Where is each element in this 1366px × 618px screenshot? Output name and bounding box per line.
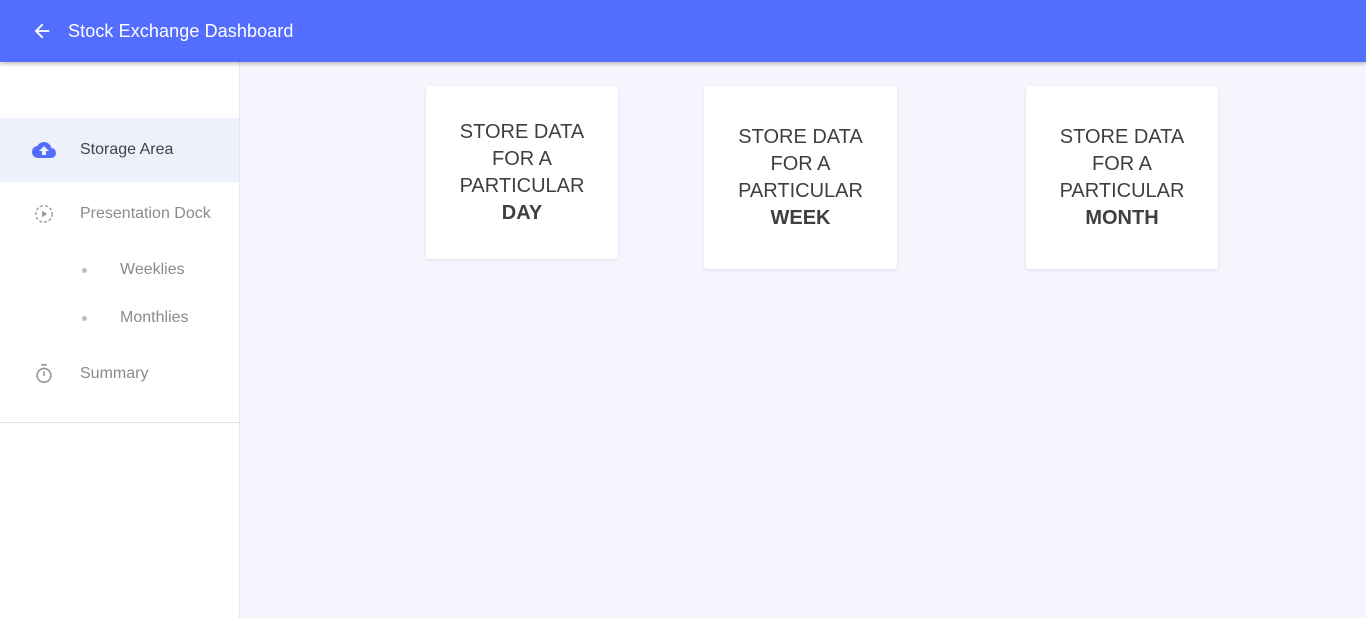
card-line: STORE DATA [1059,125,1185,148]
sidebar-item-storage-area[interactable]: Storage Area [0,118,239,182]
card-line: FOR A [1091,152,1152,175]
card-period: MONTH [1085,206,1159,229]
app-bar: Stock Exchange Dashboard [0,0,1366,62]
bullet-icon [82,315,87,321]
back-button[interactable] [28,17,56,45]
card-text: STORE DATA FOR A PARTICULAR DAY [460,119,585,227]
sidebar-divider [0,422,239,423]
store-week-card[interactable]: STORE DATA FOR A PARTICULAR WEEK [704,86,897,269]
timer-icon [32,362,56,386]
card-text: STORE DATA FOR A PARTICULAR MONTH [1060,124,1185,232]
card-line: FOR A [491,147,552,170]
card-period: WEEK [770,206,831,229]
card-line: FOR A [770,152,831,175]
sidebar-item-label: Presentation Dock [80,205,211,222]
card-period: DAY [501,201,543,224]
nav-list: Storage Area Presentation Dock Weeklies … [0,118,239,406]
card-text: STORE DATA FOR A PARTICULAR WEEK [738,124,863,232]
arrow-left-icon [34,23,50,39]
sidebar-subitem-monthlies[interactable]: Monthlies [0,294,239,342]
play-circle-icon [32,202,56,226]
card-line: STORE DATA [738,125,863,148]
sidebar-subitem-label: Weeklies [120,261,185,278]
card-line: PARTICULAR [1059,179,1185,202]
sidebar-subitem-label: Monthlies [120,309,189,326]
sidebar-item-presentation-dock[interactable]: Presentation Dock [0,182,239,246]
card-line: PARTICULAR [459,174,585,197]
store-day-card[interactable]: STORE DATA FOR A PARTICULAR DAY [426,86,618,259]
page-title: Stock Exchange Dashboard [68,20,294,41]
sidebar-subitem-weeklies[interactable]: Weeklies [0,246,239,294]
sidebar-item-label: Summary [80,365,149,382]
sidebar-item-label: Storage Area [80,141,174,158]
card-line: STORE DATA [459,120,585,143]
sidebar: Storage Area Presentation Dock Weeklies … [0,62,240,618]
sidebar-item-summary[interactable]: Summary [0,342,239,406]
cloud-upload-icon [32,138,56,162]
store-month-card[interactable]: STORE DATA FOR A PARTICULAR MONTH [1026,86,1218,269]
card-line: PARTICULAR [738,179,863,202]
bullet-icon [82,267,87,273]
